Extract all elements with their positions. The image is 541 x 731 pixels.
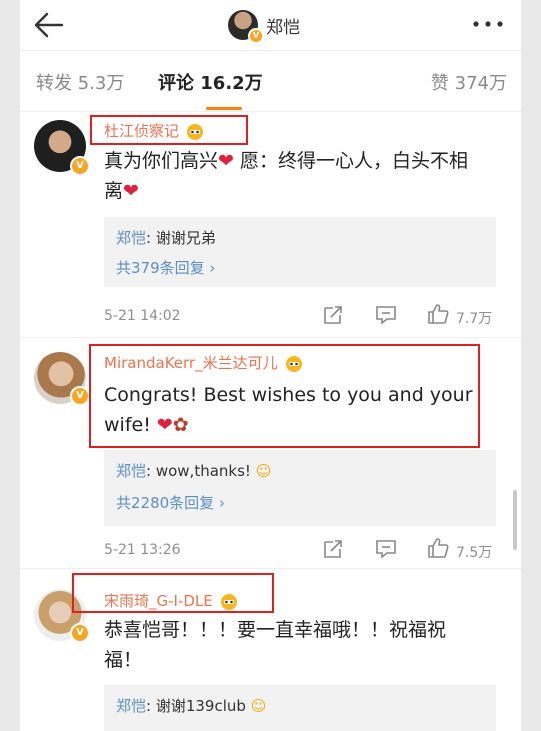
active-tab-indicator [206, 107, 242, 110]
username-text: MirandaKerr_米兰达可儿 [104, 354, 278, 372]
comment-item: V 宋雨琦_G-I-DLE 恭喜恺哥！！！要一直幸福哦！！祝福祝 福！ 郑恺: … [20, 569, 521, 731]
username-text: 宋雨琦_G-I-DLE [104, 592, 213, 610]
comment-username[interactable]: 杜江侦察记 [104, 120, 205, 141]
smile-emoji-icon: ☺ [250, 697, 267, 715]
view-replies-link[interactable]: 共379条回复 › [116, 257, 215, 278]
share-icon[interactable] [322, 538, 344, 560]
comment-text: 恭喜恺哥！！！要一直幸福哦！！祝福祝 福！ [104, 615, 504, 675]
comment-text-part: 恭喜恺哥！！！要一直幸福哦！！祝福祝 [104, 619, 447, 641]
view-replies-link[interactable]: 共2280条回复 › [116, 492, 225, 513]
comment-item: V MirandaKerr_米兰达可儿 Congrats! Best wishe… [20, 338, 521, 568]
reply-text: : 谢谢139club [146, 697, 246, 715]
heart-emoji-icon: ❤ [123, 180, 139, 202]
rose-emoji-icon: ✿ [172, 414, 189, 436]
like-count: 7.7万 [456, 311, 493, 327]
reply-preview[interactable]: 郑恺: wow,thanks! ☺ 共2280条回复 › [104, 450, 496, 526]
top-bar: V 郑恺 [20, 0, 521, 51]
comment-username[interactable]: MirandaKerr_米兰达可儿 [104, 352, 304, 373]
tab-like[interactable]: 赞 374万 [431, 69, 507, 95]
reply-author[interactable]: 郑恺 [116, 697, 146, 715]
comment-username[interactable]: 宋雨琦_G-I-DLE [104, 590, 239, 611]
comment-text: 真为你们高兴❤ 愿：终得一心人，白头不相 离❤ [104, 146, 504, 206]
vip-crown-icon [220, 593, 237, 610]
username-text: 杜江侦察记 [104, 122, 180, 140]
comment-item: V 杜江侦察记 真为你们高兴❤ 愿：终得一心人，白头不相 离❤ 郑恺: 谢谢兄弟… [20, 112, 521, 340]
comment-meta: 5-21 14:02 7.7万 [104, 302, 504, 332]
weibo-comment-panel: V 郑恺 转发 5.3万 评论 16.2万 赞 374万 V 杜江侦察记 真为你… [20, 0, 521, 731]
reply-text: : 谢谢兄弟 [146, 229, 216, 247]
comment-text-part: wife! [104, 414, 157, 436]
heart-emoji-icon: ❤ [156, 414, 173, 436]
reply-line: 郑恺: 谢谢139club ☺ [116, 695, 266, 716]
verified-badge-icon: V [70, 386, 90, 406]
verified-badge-icon: V [248, 28, 264, 44]
smile-emoji-icon: ☺ [255, 462, 272, 480]
more-dots-icon[interactable] [471, 14, 505, 34]
tab-repost[interactable]: 转发 5.3万 [36, 69, 124, 95]
reply-line: 郑恺: wow,thanks! ☺ [116, 460, 271, 481]
comment-meta: 5-21 13:26 7.5万 [104, 536, 504, 566]
comment-icon[interactable] [374, 304, 398, 326]
comment-text-part: 福！ [104, 649, 143, 671]
vip-crown-icon [187, 123, 204, 140]
thumbs-up-icon[interactable] [426, 536, 450, 560]
comment-text: Congrats! Best wishes to you and your wi… [104, 380, 504, 440]
avatar[interactable]: V [228, 10, 264, 44]
verified-badge-icon: V [70, 623, 90, 643]
thumbs-up-icon[interactable] [426, 302, 450, 326]
comment-text-part: 离 [104, 180, 124, 202]
verified-badge-icon: V [70, 156, 90, 176]
timestamp: 5-21 13:26 [104, 542, 181, 558]
tab-comment[interactable]: 评论 16.2万 [158, 69, 263, 95]
scrollbar[interactable] [513, 490, 517, 550]
reply-preview[interactable]: 郑恺: 谢谢兄弟 共379条回复 › [104, 217, 496, 287]
profile-title[interactable]: V 郑恺 [228, 8, 300, 44]
comment-text-part: Congrats! Best wishes to you and your [104, 384, 473, 406]
reply-preview[interactable]: 郑恺: 谢谢139club ☺ [104, 685, 496, 731]
heart-emoji-icon: ❤ [218, 150, 234, 172]
reply-author[interactable]: 郑恺 [116, 462, 146, 480]
comment-text-part: 真为你们高兴 [104, 150, 219, 172]
timestamp: 5-21 14:02 [104, 308, 181, 324]
share-icon[interactable] [322, 304, 344, 326]
comment-icon[interactable] [374, 538, 398, 560]
reply-text: : wow,thanks! [146, 462, 251, 480]
vip-crown-icon [285, 355, 302, 372]
tab-bar: 转发 5.3万 评论 16.2万 赞 374万 [20, 51, 521, 112]
reply-author[interactable]: 郑恺 [116, 229, 146, 247]
reply-line: 郑恺: 谢谢兄弟 [116, 227, 216, 248]
page-title: 郑恺 [266, 17, 300, 38]
comment-text-part: 愿：终得一心人，白头不相 [233, 150, 468, 172]
arrow-left-icon[interactable] [32, 8, 66, 42]
like-count: 7.5万 [456, 545, 493, 561]
